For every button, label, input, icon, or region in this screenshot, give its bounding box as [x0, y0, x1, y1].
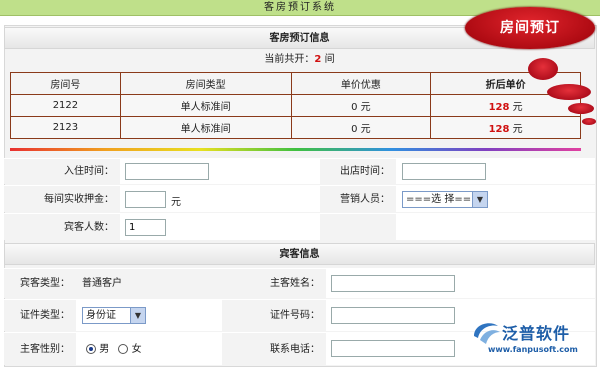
checkout-label: 出店时间：	[340, 166, 390, 177]
decor-bubble	[582, 118, 596, 125]
guest-type-value: 普通客户	[76, 269, 222, 298]
stay-row-2: 每间实收押金： 元 营销人员： ===选 择=== ▼	[4, 185, 595, 212]
window-title: 客房预订系统	[264, 2, 336, 13]
table-row: 2123 单人标准间 0 元 128 元	[10, 116, 581, 139]
brand-logo: 泛普软件 www.fanpusoft.com	[468, 318, 598, 362]
guests-input[interactable]	[125, 219, 166, 236]
room-count-suffix: 间	[321, 54, 335, 65]
deposit-unit: 元	[171, 197, 181, 208]
room-count-prefix: 当前共开：	[264, 54, 315, 65]
brand-icon	[474, 323, 500, 344]
discount-cell: 0 元	[290, 94, 432, 117]
checkout-input[interactable]	[402, 163, 486, 180]
guest-row-1: 宾客类型： 普通客户 主客姓名：	[4, 268, 595, 298]
checkin-input[interactable]	[125, 163, 209, 180]
room-no-cell: 2122	[10, 94, 121, 117]
chevron-down-icon[interactable]: ▼	[130, 308, 145, 323]
gender-female-label: 女	[131, 344, 142, 355]
gender-male-radio[interactable]	[86, 344, 96, 354]
gender-label: 主客性别：	[20, 344, 70, 355]
sales-cell: ===选 择=== ▼	[396, 186, 595, 212]
id-no-label: 证件号码：	[270, 310, 320, 321]
rooms-table-header: 房间号 房间类型 单价优惠 折后单价	[10, 72, 581, 95]
stay-row-3: 宾客人数：	[4, 213, 595, 240]
guest-name-cell	[326, 269, 595, 298]
rainbow-divider	[10, 148, 581, 151]
decor-bubble	[568, 103, 594, 114]
final-price-unit: 元	[509, 124, 523, 135]
id-no-input[interactable]	[331, 307, 455, 324]
gender-female-radio[interactable]	[118, 344, 129, 354]
deposit-cell: 元	[120, 186, 320, 212]
chevron-down-icon[interactable]: ▼	[472, 192, 487, 207]
gender-male-label: 男	[99, 344, 110, 355]
stay-row-1: 入住时间： 出店时间：	[4, 158, 595, 184]
discount-cell: 0 元	[290, 116, 432, 139]
sales-label: 营销人员：	[340, 194, 390, 205]
deposit-input[interactable]	[125, 191, 166, 208]
guests-cell	[120, 214, 320, 240]
column-header-room-type: 房间类型	[119, 72, 292, 95]
guest-section-title: 宾客信息	[4, 243, 595, 265]
checkin-label: 入住时间：	[64, 166, 114, 177]
deposit-label: 每间实收押金：	[44, 194, 114, 205]
guest-type-label: 宾客类型：	[20, 278, 70, 289]
guest-name-label: 主客姓名：	[270, 278, 320, 289]
room-booking-badge: 房间预订	[465, 7, 595, 49]
gender-cell: 男 女	[76, 333, 222, 365]
brand-name: 泛普软件	[502, 324, 571, 343]
room-no-cell: 2123	[10, 116, 121, 139]
decor-bubble	[547, 84, 591, 100]
id-type-select[interactable]: 身份证 ▼	[82, 307, 146, 324]
decor-bubble	[528, 58, 558, 80]
id-type-select-value: 身份证	[86, 310, 116, 321]
checkout-cell	[396, 159, 595, 184]
id-type-label: 证件类型：	[20, 310, 70, 321]
final-price-value: 128	[488, 124, 510, 135]
empty-value-cell	[396, 214, 595, 240]
final-price-cell: 128 元	[430, 116, 581, 139]
table-row: 2122 单人标准间 0 元 128 元	[10, 94, 581, 117]
checkin-cell	[120, 159, 320, 184]
id-type-cell: 身份证 ▼	[76, 300, 222, 331]
final-price-unit: 元	[509, 102, 523, 113]
phone-label: 联系电话：	[270, 344, 320, 355]
final-price-value: 128	[488, 102, 510, 113]
column-header-room-no: 房间号	[10, 72, 121, 95]
sales-select[interactable]: ===选 择=== ▼	[402, 191, 488, 208]
empty-label-cell	[320, 214, 396, 240]
rooms-table: 房间号 房间类型 单价优惠 折后单价 2122 单人标准间 0 元 128 元 …	[10, 72, 581, 139]
guest-name-input[interactable]	[331, 275, 455, 292]
brand-url: www.fanpusoft.com	[488, 345, 578, 354]
guests-label: 宾客人数：	[64, 222, 114, 233]
column-header-discount: 单价优惠	[290, 72, 432, 95]
room-type-cell: 单人标准间	[119, 94, 292, 117]
phone-input[interactable]	[331, 340, 455, 357]
room-count: 当前共开：2 间	[4, 51, 595, 69]
room-type-cell: 单人标准间	[119, 116, 292, 139]
sales-select-value: ===选 择===	[406, 194, 480, 205]
